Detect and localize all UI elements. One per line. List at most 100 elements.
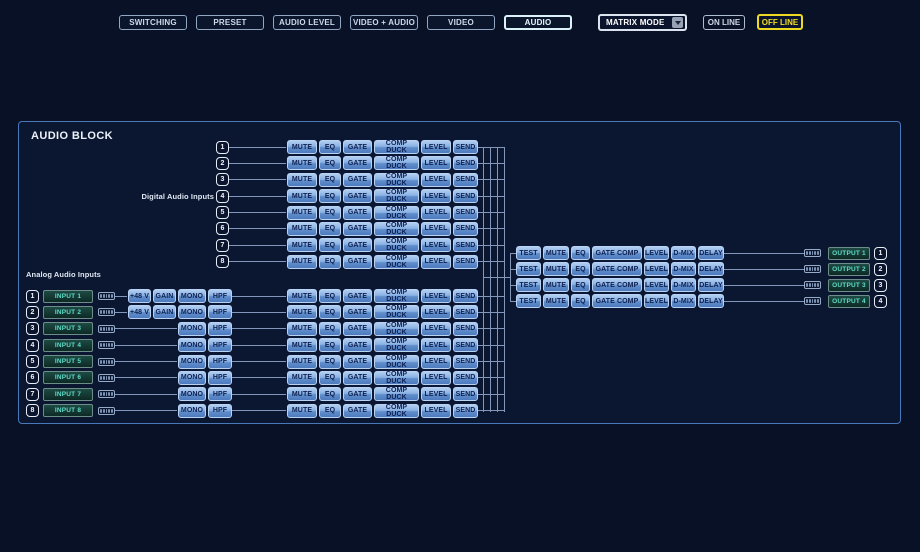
comp-duck-button[interactable]: COMP DUCK xyxy=(374,322,419,336)
dmix-button[interactable]: D-MIX xyxy=(671,246,696,260)
comp-duck-button[interactable]: COMP DUCK xyxy=(374,371,419,385)
gate-button[interactable]: GATE xyxy=(343,305,372,319)
toolbar-tab[interactable]: VIDEO xyxy=(427,15,495,30)
test-button[interactable]: TEST xyxy=(516,278,541,292)
mute-button[interactable]: MUTE xyxy=(287,305,317,319)
send-button[interactable]: SEND xyxy=(453,255,478,269)
mono-button[interactable]: MONO xyxy=(178,387,206,401)
send-button[interactable]: SEND xyxy=(453,404,478,418)
output-select-button[interactable]: OUTPUT 3 xyxy=(828,279,870,292)
level-button[interactable]: LEVEL xyxy=(644,262,669,276)
level-button[interactable]: LEVEL xyxy=(421,305,451,319)
hpf-button[interactable]: HPF xyxy=(208,322,232,336)
send-button[interactable]: SEND xyxy=(453,156,478,170)
level-button[interactable]: LEVEL xyxy=(421,206,451,220)
level-button[interactable]: LEVEL xyxy=(421,289,451,303)
comp-duck-button[interactable]: COMP DUCK xyxy=(374,238,419,252)
toolbar-tab[interactable]: AUDIO xyxy=(504,15,572,30)
eq-button[interactable]: EQ xyxy=(319,222,341,236)
dmix-button[interactable]: D-MIX xyxy=(671,294,696,308)
send-button[interactable]: SEND xyxy=(453,238,478,252)
send-button[interactable]: SEND xyxy=(453,206,478,220)
mute-button[interactable]: MUTE xyxy=(287,238,317,252)
comp-duck-button[interactable]: COMP DUCK xyxy=(374,355,419,369)
delay-button[interactable]: DELAY xyxy=(698,294,724,308)
gate-button[interactable]: GATE xyxy=(343,338,372,352)
level-button[interactable]: LEVEL xyxy=(421,222,451,236)
toolbar-tab[interactable]: AUDIO LEVEL xyxy=(273,15,341,30)
mute-button[interactable]: MUTE xyxy=(287,255,317,269)
test-button[interactable]: TEST xyxy=(516,246,541,260)
hpf-button[interactable]: HPF xyxy=(208,387,232,401)
level-button[interactable]: LEVEL xyxy=(644,278,669,292)
level-button[interactable]: LEVEL xyxy=(644,294,669,308)
mute-button[interactable]: MUTE xyxy=(287,371,317,385)
mute-button[interactable]: MUTE xyxy=(287,156,317,170)
level-button[interactable]: LEVEL xyxy=(421,189,451,203)
mute-button[interactable]: MUTE xyxy=(543,278,569,292)
mono-button[interactable]: MONO xyxy=(178,404,206,418)
send-button[interactable]: SEND xyxy=(453,189,478,203)
chevron-down-icon[interactable] xyxy=(672,17,683,28)
input-select-button[interactable]: INPUT 3 xyxy=(43,322,93,335)
comp-duck-button[interactable]: COMP DUCK xyxy=(374,140,419,154)
gate-button[interactable]: GATE xyxy=(343,404,372,418)
hpf-button[interactable]: HPF xyxy=(208,371,232,385)
send-button[interactable]: SEND xyxy=(453,338,478,352)
eq-button[interactable]: EQ xyxy=(571,278,590,292)
comp-duck-button[interactable]: COMP DUCK xyxy=(374,387,419,401)
input-select-button[interactable]: INPUT 6 xyxy=(43,371,93,384)
mute-button[interactable]: MUTE xyxy=(543,294,569,308)
input-select-button[interactable]: INPUT 1 xyxy=(43,290,93,303)
level-button[interactable]: LEVEL xyxy=(421,156,451,170)
comp-duck-button[interactable]: COMP DUCK xyxy=(374,289,419,303)
level-button[interactable]: LEVEL xyxy=(421,255,451,269)
gate-button[interactable]: GATE xyxy=(343,206,372,220)
gate-button[interactable]: GATE xyxy=(343,189,372,203)
mute-button[interactable]: MUTE xyxy=(543,262,569,276)
eq-button[interactable]: EQ xyxy=(571,246,590,260)
dmix-button[interactable]: D-MIX xyxy=(671,278,696,292)
hpf-button[interactable]: HPF xyxy=(208,355,232,369)
eq-button[interactable]: EQ xyxy=(319,371,341,385)
mute-button[interactable]: MUTE xyxy=(287,173,317,187)
mute-button[interactable]: MUTE xyxy=(287,222,317,236)
comp-duck-button[interactable]: COMP DUCK xyxy=(374,173,419,187)
eq-button[interactable]: EQ xyxy=(319,387,341,401)
gate-comp-button[interactable]: GATE COMP xyxy=(592,278,642,292)
online-button[interactable]: ON LINE xyxy=(703,15,745,30)
level-button[interactable]: LEVEL xyxy=(421,355,451,369)
comp-duck-button[interactable]: COMP DUCK xyxy=(374,255,419,269)
mute-button[interactable]: MUTE xyxy=(287,387,317,401)
eq-button[interactable]: EQ xyxy=(319,355,341,369)
eq-button[interactable]: EQ xyxy=(319,173,341,187)
mono-button[interactable]: MONO xyxy=(178,338,206,352)
level-button[interactable]: LEVEL xyxy=(421,238,451,252)
gate-button[interactable]: GATE xyxy=(343,387,372,401)
mono-button[interactable]: MONO xyxy=(178,322,206,336)
level-button[interactable]: LEVEL xyxy=(421,140,451,154)
delay-button[interactable]: DELAY xyxy=(698,262,724,276)
eq-button[interactable]: EQ xyxy=(319,189,341,203)
toolbar-tab[interactable]: VIDEO + AUDIO xyxy=(350,15,418,30)
phantom-power-button[interactable]: +48 V xyxy=(128,305,151,319)
mute-button[interactable]: MUTE xyxy=(287,189,317,203)
gate-button[interactable]: GATE xyxy=(343,173,372,187)
eq-button[interactable]: EQ xyxy=(571,262,590,276)
gate-button[interactable]: GATE xyxy=(343,222,372,236)
comp-duck-button[interactable]: COMP DUCK xyxy=(374,206,419,220)
eq-button[interactable]: EQ xyxy=(319,238,341,252)
mono-button[interactable]: MONO xyxy=(178,305,206,319)
output-select-button[interactable]: OUTPUT 2 xyxy=(828,263,870,276)
test-button[interactable]: TEST xyxy=(516,262,541,276)
toolbar-tab[interactable]: SWITCHING xyxy=(119,15,187,30)
mono-button[interactable]: MONO xyxy=(178,289,206,303)
mute-button[interactable]: MUTE xyxy=(287,289,317,303)
send-button[interactable]: SEND xyxy=(453,371,478,385)
comp-duck-button[interactable]: COMP DUCK xyxy=(374,338,419,352)
gate-button[interactable]: GATE xyxy=(343,156,372,170)
test-button[interactable]: TEST xyxy=(516,294,541,308)
mute-button[interactable]: MUTE xyxy=(287,322,317,336)
level-button[interactable]: LEVEL xyxy=(421,371,451,385)
eq-button[interactable]: EQ xyxy=(319,140,341,154)
